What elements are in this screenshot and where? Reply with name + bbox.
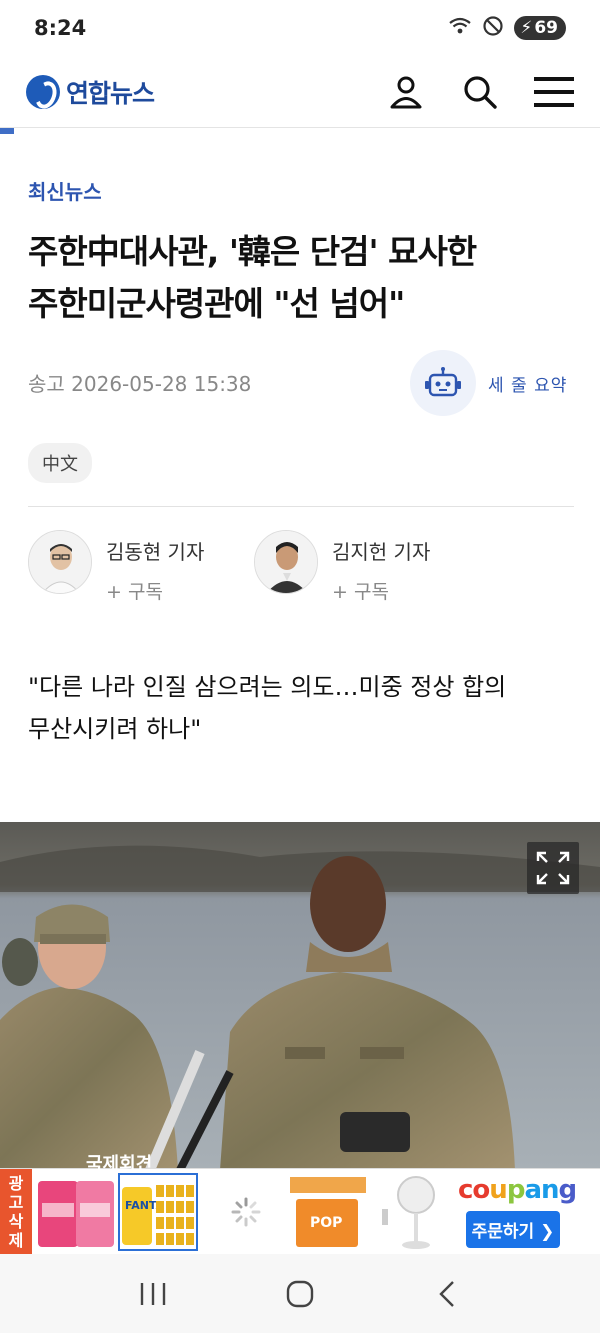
summary-button[interactable]: 세 줄 요약	[410, 350, 567, 416]
menu-icon[interactable]	[534, 72, 574, 112]
battery-indicator: ⚡ 69	[514, 16, 566, 40]
search-icon[interactable]	[460, 72, 500, 112]
battery-level: 69	[534, 18, 558, 38]
charging-icon: ⚡	[520, 18, 533, 38]
fanta-cans-icon: FANTA	[122, 1185, 194, 1245]
chinese-version-chip[interactable]: 中文	[28, 443, 92, 483]
ad-tag-char: 광	[8, 1174, 24, 1193]
coupang-ad[interactable]: coupang 주문하기 ❯	[458, 1175, 577, 1248]
reporter-card[interactable]: 김동현 기자 + 구독	[28, 530, 204, 604]
ad-product-supplement[interactable]	[36, 1173, 116, 1251]
ad-remove-tag[interactable]: 광 고 삭 제	[0, 1169, 32, 1255]
electric-fan-icon	[382, 1176, 435, 1249]
coupang-logo: coupang	[458, 1175, 577, 1205]
reporter-name: 김동현 기자	[106, 540, 205, 564]
reading-progress-bar	[0, 128, 14, 134]
subhead-line-2: 무산시키려 하나"	[28, 715, 202, 743]
system-navigation-bar	[0, 1254, 600, 1333]
wifi-icon	[448, 16, 472, 40]
article-photo[interactable]	[0, 822, 600, 1170]
subscribe-button[interactable]: + 구독	[106, 577, 204, 604]
fullscreen-icon	[536, 851, 570, 885]
subhead-line-1: "다른 나라 인질 삼으려는 의도…미중 정상 합의	[28, 673, 507, 701]
reporter-avatar	[254, 530, 318, 594]
summary-label: 세 줄 요약	[488, 375, 568, 396]
ad-tag-char: 제	[8, 1231, 24, 1250]
status-icons: ⚡ 69	[448, 15, 566, 41]
svg-text:POP: POP	[310, 1215, 342, 1231]
header-actions	[386, 72, 574, 112]
title-line-1: 주한中대사관, '韓은 단검' 묘사한	[28, 232, 477, 271]
ad-product-fan[interactable]	[372, 1173, 452, 1251]
sent-timestamp: 송고 2026-05-28 15:38	[28, 372, 252, 396]
back-icon[interactable]	[422, 1269, 472, 1319]
brand-name: 연합뉴스	[66, 78, 155, 108]
ad-banner[interactable]: 광 고 삭 제 FANTA POP coupang 주문하기 ❯	[0, 1168, 600, 1255]
article-title: 주한中대사관, '韓은 단검' 묘사한 주한미군사령관에 "선 넘어"	[28, 226, 578, 330]
loading-spinner-icon	[231, 1197, 261, 1227]
snack-box-icon: POP	[290, 1177, 366, 1247]
press-conference-photo	[0, 822, 600, 1170]
expand-photo-button[interactable]	[527, 842, 579, 894]
ad-product-fanta[interactable]: FANTA	[118, 1173, 198, 1251]
ad-product-loading[interactable]	[206, 1173, 286, 1251]
robot-icon	[410, 350, 476, 416]
ad-tag-char: 삭	[8, 1212, 24, 1231]
yonhap-logo-icon	[26, 74, 60, 109]
reporter-card[interactable]: 김지헌 기자 + 구독	[254, 530, 430, 604]
article-subheading: "다른 나라 인질 삼으려는 의도…미중 정상 합의 무산시키려 하나"	[28, 666, 578, 750]
supplement-bottles-icon	[38, 1181, 114, 1247]
recent-apps-icon[interactable]	[128, 1269, 178, 1319]
home-icon[interactable]	[275, 1269, 325, 1319]
account-icon[interactable]	[386, 72, 426, 112]
brand-logo[interactable]: 연합뉴스	[26, 74, 155, 110]
subscribe-button[interactable]: + 구독	[332, 577, 430, 604]
title-line-2: 주한미군사령관에 "선 넘어"	[28, 284, 405, 323]
app-header: 연합뉴스	[0, 56, 600, 128]
reporter-name: 김지헌 기자	[332, 540, 431, 564]
divider	[28, 506, 574, 507]
ad-product-snack[interactable]: POP	[288, 1173, 368, 1251]
order-button[interactable]: 주문하기 ❯	[465, 1211, 561, 1248]
reporter-info: 김동현 기자 + 구독	[106, 530, 204, 604]
reporter-info: 김지헌 기자 + 구독	[332, 530, 430, 604]
status-bar: 8:24 ⚡ 69	[0, 0, 600, 56]
do-not-disturb-icon	[482, 15, 504, 41]
category-label[interactable]: 최신뉴스	[28, 176, 102, 205]
status-time: 8:24	[34, 16, 87, 40]
photo-overlay-text: 국제회견	[86, 1154, 153, 1175]
reporter-avatar	[28, 530, 92, 594]
ad-tag-char: 고	[8, 1193, 24, 1212]
